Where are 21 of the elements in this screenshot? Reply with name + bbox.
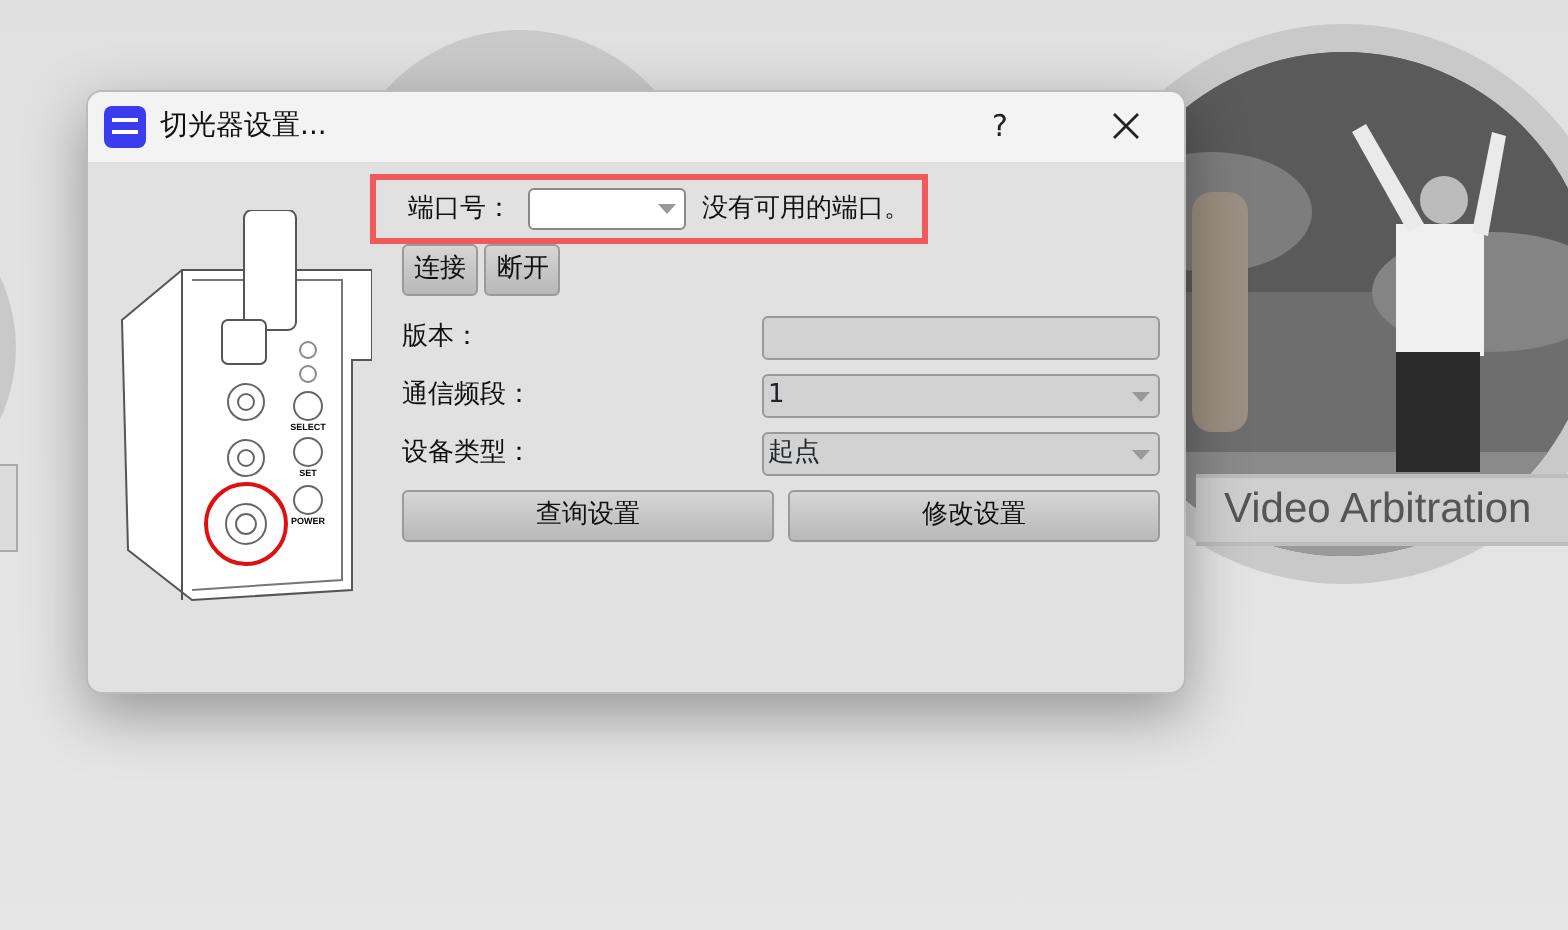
port-dropdown[interactable] [528,188,686,230]
connection-button[interactable]: 连接 [402,244,478,296]
field-label: 设备类型： [402,436,534,473]
help-button[interactable]: ? [980,102,1020,152]
connection-button[interactable]: 断开 [484,244,561,296]
dropdown-caret-icon [1132,391,1150,401]
caption-text: Video Arbitration [1224,484,1532,537]
app-logo-icon [104,106,146,148]
action-button[interactable]: 修改设置 [787,489,1160,542]
text-field[interactable] [762,316,1160,360]
dropdown-caret-icon [658,204,676,214]
port-label: 端口号： [408,191,512,228]
status-message: 没有可用的端口。 [702,191,910,228]
dropdown-caret-icon [1132,449,1150,459]
field-label: 版本： [402,320,482,357]
close-icon [1112,112,1140,141]
dropdown-field[interactable]: 1 [762,374,1160,418]
dropdown-field[interactable]: 起点 [762,432,1160,476]
window-title: 切光器设置... [160,108,327,146]
field-label: 通信频段： [402,378,534,415]
action-button[interactable]: 查询设置 [402,489,775,542]
